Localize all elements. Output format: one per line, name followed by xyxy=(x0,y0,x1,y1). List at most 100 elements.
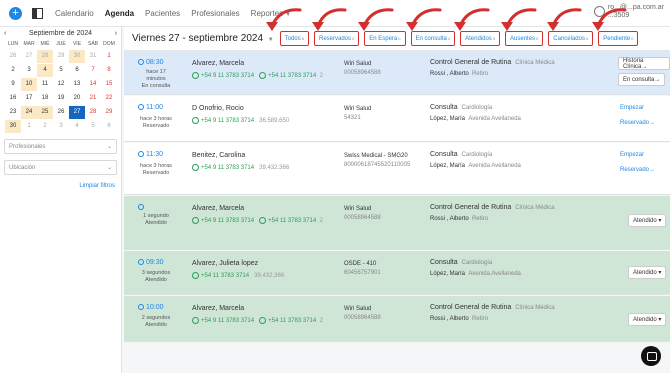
calendar-day[interactable]: 15 xyxy=(101,78,117,91)
phone-1[interactable]: +54 9 11 3783 3714 xyxy=(201,218,254,224)
nav-calendario[interactable]: Calendario xyxy=(55,9,94,18)
next-month-icon[interactable]: › xyxy=(115,30,117,37)
phone-2[interactable]: +54 11 3783 3714 xyxy=(268,73,316,79)
calendar-day[interactable]: 9 xyxy=(5,78,21,91)
calendar-day[interactable]: 2 xyxy=(5,64,21,77)
calendar-day[interactable]: 31 xyxy=(85,50,101,63)
appointment-row[interactable]: 10:00 2 segundos Atendido Alvarez, Marcel… xyxy=(124,296,670,342)
whatsapp-icon[interactable] xyxy=(192,317,199,324)
ubicacion-select[interactable]: Ubicación ⌄ xyxy=(4,160,117,175)
profesionales-select[interactable]: Profesionales ⌄ xyxy=(4,139,117,154)
filter-chip-pendiente[interactable]: Pendiente 0 xyxy=(598,31,639,46)
calendar-day[interactable]: 16 xyxy=(5,92,21,105)
calendar-day[interactable]: 5 xyxy=(85,120,101,133)
calendar-day[interactable]: 30 xyxy=(5,120,21,133)
patient-name[interactable]: Benitez, Carolina xyxy=(192,152,245,159)
add-icon[interactable]: + xyxy=(9,6,22,20)
calendar-day[interactable]: 10 xyxy=(21,78,37,91)
calendar-day[interactable]: 28 xyxy=(85,106,101,119)
filter-chip-atendidos[interactable]: Atendidos 3 xyxy=(460,31,501,46)
phone-1[interactable]: +54 9 11 3783 3714 xyxy=(201,118,254,124)
calendar-day[interactable]: 26 xyxy=(5,50,21,63)
phone-1[interactable]: +54 9 11 3783 3714 xyxy=(201,318,254,324)
calendar-day[interactable]: 2 xyxy=(37,120,53,133)
filter-chip-reservados[interactable]: Reservados 2 xyxy=(314,31,360,46)
phone-1[interactable]: +54 9 11 3783 3714 xyxy=(201,165,254,171)
calendar-day[interactable]: 28 xyxy=(37,50,53,63)
calendar-day[interactable]: 24 xyxy=(21,106,37,119)
whatsapp-icon[interactable] xyxy=(192,217,199,224)
calendar-day[interactable]: 21 xyxy=(85,92,101,105)
calendar-day[interactable]: 29 xyxy=(53,50,69,63)
calendar-day[interactable]: 6 xyxy=(101,120,117,133)
whatsapp-icon[interactable] xyxy=(259,72,267,79)
patient-name[interactable]: Alvarez, Marcela xyxy=(192,305,244,312)
calendar-day[interactable]: 4 xyxy=(37,64,53,77)
calendar-day[interactable]: 3 xyxy=(53,120,69,133)
calendar-day[interactable]: 4 xyxy=(69,120,85,133)
filter-chip-en-consulta[interactable]: En consulta 1 xyxy=(410,31,456,46)
patient-name[interactable]: Alvarez, Julieta lopez xyxy=(192,260,258,267)
calendar-day[interactable]: 12 xyxy=(53,78,69,91)
patient-name[interactable]: Alvarez, Marcela xyxy=(192,60,244,67)
calendar-day[interactable]: 3 xyxy=(21,64,37,77)
appointment-row[interactable]: 09:30 3 segundos Atendido Alvarez, Juliet… xyxy=(124,251,670,295)
chat-icon[interactable] xyxy=(641,346,661,366)
calendar-day[interactable]: 23 xyxy=(5,106,21,119)
status-dropdown[interactable]: Atendido ▾ xyxy=(628,313,667,326)
empezar-button[interactable]: Empezar xyxy=(620,105,644,111)
calendar-day[interactable]: 6 xyxy=(69,64,85,77)
whatsapp-icon[interactable] xyxy=(192,72,199,79)
calendar-day[interactable]: 8 xyxy=(101,64,117,77)
phone-2[interactable]: +54 11 3783 3714 xyxy=(268,218,316,224)
calendar-day[interactable]: 19 xyxy=(53,92,69,105)
calendar-day[interactable]: 17 xyxy=(21,92,37,105)
calendar-day[interactable]: 5 xyxy=(53,64,69,77)
status-dropdown[interactable]: En consulta→ xyxy=(618,73,666,86)
calendar-day[interactable]: 1 xyxy=(21,120,37,133)
whatsapp-icon[interactable] xyxy=(192,117,199,124)
status-dropdown[interactable]: Atendido ▾ xyxy=(628,266,667,279)
whatsapp-icon[interactable] xyxy=(192,272,199,279)
calendar-day[interactable]: 25 xyxy=(37,106,53,119)
calendar-day-selected[interactable]: 27 xyxy=(69,106,85,119)
sidebar-toggle-icon[interactable] xyxy=(32,7,43,19)
calendar-day[interactable]: 29 xyxy=(101,106,117,119)
calendar-day[interactable]: 7 xyxy=(85,64,101,77)
calendar-day[interactable]: 13 xyxy=(69,78,85,91)
appointment-row[interactable]: 08:30 hace 17 minutos En consulta Alvarez… xyxy=(124,51,670,95)
phone-2[interactable]: +54 11 3783 3714 xyxy=(268,318,316,324)
filter-chip-cancelados[interactable]: Cancelados 0 xyxy=(548,31,594,46)
status-dropdown[interactable]: Atendido ▾ xyxy=(628,214,667,227)
status-dropdown[interactable]: Reservado→ xyxy=(620,120,655,126)
nav-reportes[interactable]: Reportes ▼ xyxy=(251,9,291,18)
calendar-day[interactable]: 30 xyxy=(69,50,85,63)
clear-filters-link[interactable]: Limpiar filtros xyxy=(0,183,115,189)
user-menu[interactable]: ro...@...pa.com.ar ...3509 xyxy=(593,4,664,20)
prev-month-icon[interactable]: ‹ xyxy=(4,30,6,37)
appointment-row[interactable]: 1 segundo Atendido Alvarez, Marcela +54 9… xyxy=(124,196,670,250)
historia-clinica-button[interactable]: Historia Clínica→ xyxy=(618,57,670,70)
phone-1[interactable]: +54 11 3783 3714 xyxy=(201,273,249,279)
empezar-button[interactable]: Empezar xyxy=(620,152,644,158)
calendar-day[interactable]: 14 xyxy=(85,78,101,91)
calendar-day[interactable]: 20 xyxy=(69,92,85,105)
whatsapp-icon[interactable] xyxy=(192,164,199,171)
nav-agenda[interactable]: Agenda xyxy=(105,9,134,18)
patient-name[interactable]: D Onofrio, Rocio xyxy=(192,105,244,112)
filter-chip-en-espera[interactable]: En Espera 0 xyxy=(364,31,406,46)
filter-chip-ausentes[interactable]: Ausentes 0 xyxy=(505,31,544,46)
date-selector[interactable]: Viernes 27 - septiembre 2024 ▼ xyxy=(132,33,274,44)
whatsapp-icon[interactable] xyxy=(259,217,267,224)
calendar-day[interactable]: 27 xyxy=(21,50,37,63)
appointment-row[interactable]: 11:30 hace 3 horas Reservado Benitez, Car… xyxy=(124,143,670,195)
nav-pacientes[interactable]: Pacientes xyxy=(145,9,180,18)
calendar-day[interactable]: 26 xyxy=(53,106,69,119)
phone-1[interactable]: +54 9 11 3783 3714 xyxy=(201,73,254,79)
calendar-day[interactable]: 22 xyxy=(101,92,117,105)
status-dropdown[interactable]: Reservado→ xyxy=(620,167,655,173)
appointment-row[interactable]: 11:00 hace 3 horas Reservado D Onofrio, R… xyxy=(124,96,670,142)
calendar-day[interactable]: 1 xyxy=(101,50,117,63)
calendar-day[interactable]: 11 xyxy=(37,78,53,91)
whatsapp-icon[interactable] xyxy=(259,317,267,324)
